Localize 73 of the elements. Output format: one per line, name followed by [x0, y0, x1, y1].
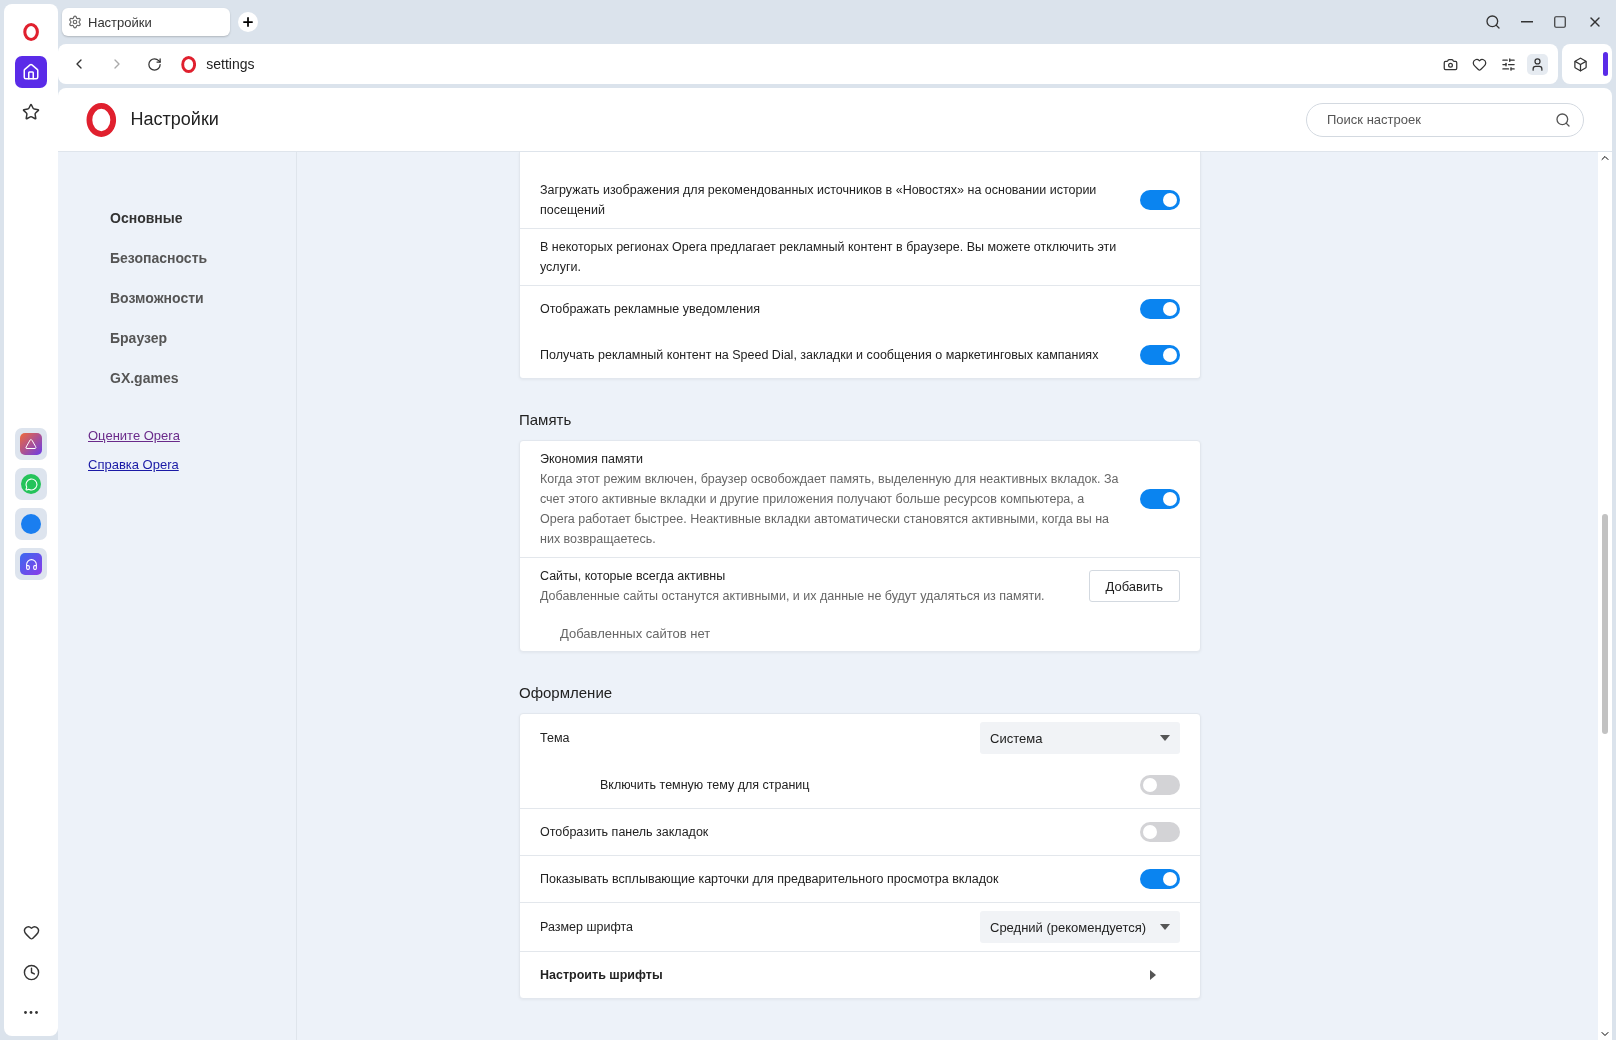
- nav-item[interactable]: Безопасность: [88, 238, 296, 278]
- toggle-switch[interactable]: [1140, 869, 1180, 889]
- nav-item[interactable]: Основные: [88, 198, 296, 238]
- scrollbar[interactable]: [1598, 152, 1612, 1040]
- maximize-icon: [1553, 15, 1567, 29]
- setting-label: Размер шрифта: [540, 919, 634, 936]
- dropdown-select[interactable]: Средний (рекомендуется): [980, 911, 1180, 943]
- reload-icon: [147, 56, 162, 72]
- toggle-switch[interactable]: [1140, 345, 1180, 365]
- add-button[interactable]: Добавить: [1088, 570, 1180, 602]
- chat-bubble-icon: [21, 474, 41, 494]
- toggle-switch[interactable]: [1140, 822, 1180, 842]
- minimize-button[interactable]: [1518, 18, 1536, 26]
- caret-icon: [1160, 924, 1170, 930]
- home-button[interactable]: [15, 56, 47, 88]
- clock-icon: [22, 963, 40, 981]
- opera-logo-icon: [86, 102, 117, 137]
- headphones-icon: [20, 553, 42, 575]
- user-icon: [1530, 56, 1545, 72]
- toggle-switch[interactable]: [1140, 775, 1180, 795]
- browser-tab[interactable]: Настройки: [62, 8, 230, 36]
- opera-logo-icon: [22, 23, 40, 41]
- setting-label: Тема: [540, 730, 571, 747]
- search-icon: [1485, 14, 1501, 30]
- plus-icon: [241, 15, 255, 29]
- setting-label: Отображать рекламные уведомления: [540, 301, 761, 318]
- search-icon: [1555, 111, 1571, 128]
- ai-app-button[interactable]: [15, 428, 47, 460]
- dropdown-select[interactable]: Система: [980, 722, 1180, 754]
- heart-icon: [1472, 56, 1487, 72]
- home-icon: [22, 63, 40, 81]
- caret-icon: [1160, 735, 1170, 741]
- profile-button[interactable]: [1527, 53, 1548, 75]
- heart-icon: [22, 923, 40, 941]
- opera-logo-icon: [181, 55, 197, 73]
- setting-description: Добавленные сайты останутся активными, и их данные не будут удаляться из памяти.: [540, 588, 1046, 605]
- star-icon: [22, 103, 40, 121]
- music-app-button[interactable]: [15, 548, 47, 580]
- section-title: Оформление: [519, 684, 614, 701]
- section-title: Память: [519, 411, 573, 428]
- nav-item[interactable]: GX.games: [88, 358, 296, 398]
- setting-label: Сайты, которые всегда активны: [540, 568, 727, 585]
- empty-list-note: Добавленных сайтов нет: [559, 625, 712, 643]
- cube-icon: [1573, 56, 1588, 72]
- gear-icon: [68, 15, 82, 29]
- social-app-button[interactable]: [15, 508, 47, 540]
- settings-search-field[interactable]: Поиск настроек: [1325, 111, 1555, 128]
- setting-label: Показывать всплывающие карточки для предварительного просмотра вкладок: [540, 871, 1000, 888]
- caret-right-icon: [1150, 970, 1156, 980]
- address-field[interactable]: settings: [206, 56, 255, 72]
- triangle-app-icon: [20, 433, 42, 455]
- info-text: В некоторых регионах Opera предлагает рекламный контент в браузере. Вы можете отключить эти услуги.: [540, 239, 1118, 276]
- toggle-switch[interactable]: [1140, 299, 1180, 319]
- setting-label: Отобразить панель закладок: [540, 824, 710, 841]
- sliders-icon: [1501, 56, 1516, 72]
- new-tab-button[interactable]: [238, 12, 258, 32]
- setting-description: Когда этот режим включен, браузер освобождает память, выделенную для неактивных вкладок. За счет этого активные вкладки и другие приложения получают больше ресурсов компьютера, а Opera работает быстрее. Неактивные вкладки автоматически становятся активными, когда вы на них возвращаетесь.: [540, 471, 1120, 548]
- camera-icon: [1443, 56, 1458, 72]
- setting-link[interactable]: Настроить шрифты: [540, 965, 1130, 985]
- help-link[interactable]: Оцените Opera: [88, 428, 180, 443]
- toggle-switch[interactable]: [1140, 190, 1180, 210]
- page-title: Настройки: [130, 109, 219, 130]
- setting-label: Включить темную тему для страниц: [600, 777, 811, 794]
- help-link[interactable]: Справка Opera: [88, 457, 179, 472]
- setting-label: Экономия памяти: [540, 451, 644, 468]
- sidebar-indicator: [1603, 52, 1608, 76]
- setting-label: Загружать изображения для рекомендованных источников в «Новостях» на основании истории посещений: [540, 182, 1098, 219]
- toggle-switch[interactable]: [1140, 489, 1180, 509]
- nav-item[interactable]: Возможности: [88, 278, 296, 318]
- minimize-icon: [1521, 21, 1533, 23]
- more-icon: [24, 1010, 38, 1014]
- nav-item[interactable]: Браузер: [88, 318, 296, 358]
- setting-label: Получать рекламный контент на Speed Dial, закладки и сообщения о маркетинговых кампаниях: [540, 347, 1100, 364]
